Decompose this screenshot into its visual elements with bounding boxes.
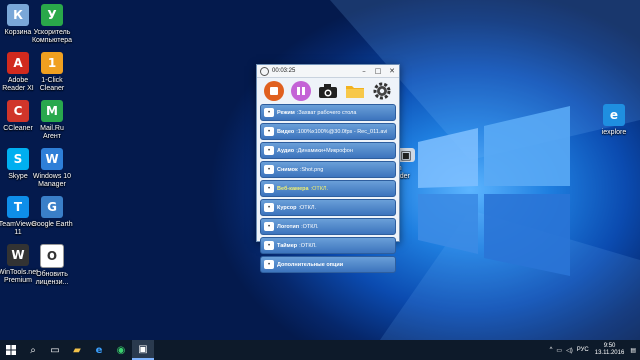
settings-row[interactable]: • Видео: 100%x100%@30.0fps - Rec_011.avi [260,123,396,140]
timer-icon: • [264,241,274,250]
desktop-icon[interactable]: У Ускоритель Компьютера [26,4,78,45]
gear-icon [373,82,391,100]
start-button[interactable] [0,340,22,360]
setting-key: Логотип [277,223,300,230]
tools-icon: • [264,260,274,269]
pause-button[interactable] [291,81,312,101]
film-icon: • [264,127,274,136]
settings-list: • Режим: Захват рабочего стола • Видео: 100… [257,104,399,273]
desktop: К Корзина У Ускоритель Компьютера A Adobe Rea… [0,0,640,340]
globe-icon: G [41,196,63,218]
setting-key: Видео [277,128,295,135]
pause-icon [297,87,306,95]
task-view-icon: ▭ [50,344,60,356]
settings-row[interactable]: • Курсор: ОТКЛ. [260,199,396,216]
system-tray: ^ ▭ ◁) РУС 9:50 13.11.2016 ▤ [550,340,636,360]
setting-key: Режим [277,109,295,116]
task-view-button[interactable]: ▭ [44,340,66,360]
tray-up-icon[interactable]: ^ [550,347,553,353]
clock-icon [260,66,269,76]
camera-icon [318,84,337,98]
close-button[interactable]: ✕ [385,67,399,75]
logo-icon: • [264,222,274,231]
desktop-icon-iexplore[interactable]: e iexplore [588,104,640,137]
folder-icon [345,86,364,98]
win10-manager-icon: W [41,148,63,170]
recorder-icon: ▣ [138,343,148,355]
mailru-icon: M [41,100,63,122]
settings-row[interactable]: • Аудио: Динамики+Микрофон [260,142,396,159]
setting-value: Shot.png [301,166,324,173]
file-explorer-button[interactable]: ▰ [66,340,88,360]
volume-icon[interactable]: ◁) [566,347,573,354]
setting-key: Дополнительные опции [277,261,344,268]
setting-key: Веб-камера [277,185,309,192]
settings-row[interactable]: • Дополнительные опции [260,256,396,273]
setting-value: ОТКЛ. [302,223,319,230]
taskbar: ⌕ ▭ ▰ e ◉ ▣ ^ ▭ ◁) РУС 9:50 13.11.2016 ▤ [0,340,640,360]
settings-row[interactable]: • Логотип: ОТКЛ. [260,218,396,235]
app-button-recorder[interactable]: ▣ [132,340,154,360]
cleaner-icon: 1 [41,52,63,74]
settings-row[interactable]: • Режим: Захват рабочего стола [260,104,396,121]
windows-icon [6,345,16,355]
settings-row[interactable]: • Снимок: Shot.png [260,161,396,178]
setting-value: ОТКЛ. [300,204,316,211]
settings-row[interactable]: • Веб-камера: ОТКЛ. [260,180,396,197]
screenshot-button[interactable] [318,81,338,101]
notifications-icon[interactable]: ▤ [630,347,636,354]
setting-value: ОТКЛ. [300,242,317,249]
setting-key: Курсор [277,204,297,211]
network-icon[interactable]: ▭ [556,347,562,354]
maximize-button[interactable]: □ [371,67,385,75]
stop-button[interactable] [264,81,285,101]
window-logo-pane-bl [418,194,478,254]
shield-icon: О [40,244,64,268]
setting-value: 100%x100%@30.0fps - Rec_011.avi [297,128,388,135]
monitor-icon: • [264,108,274,117]
desktop-icon[interactable]: 1 1-Click Cleaner [26,52,78,93]
minimize-button[interactable]: – [357,67,371,75]
setting-value: Динамики+Микрофон [297,147,353,154]
stop-icon [270,87,279,95]
audio-icon: • [264,146,274,155]
desktop-icon[interactable]: G Google Earth [26,196,78,229]
folder-icon: ▰ [73,344,81,356]
webcam-icon: • [264,184,274,193]
toolbar [257,78,399,104]
desktop-icon[interactable]: M Mail.Ru Агент [26,100,78,141]
settings-row[interactable]: • Таймер: ОТКЛ. [260,237,396,254]
cursor-icon: • [264,203,274,212]
title-bar[interactable]: 00:03:25 – □ ✕ [257,65,399,78]
speedometer-icon: У [41,4,63,26]
language-indicator[interactable]: РУС [577,347,589,353]
setting-key: Таймер [277,242,298,249]
window-logo-pane-tl [418,128,478,188]
setting-value: Захват рабочего стола [298,109,357,116]
desktop-icon[interactable]: О Обновить лицензи... [26,244,78,287]
setting-key: Аудио [277,147,295,154]
search-icon: ⌕ [30,344,36,356]
ie-icon: e [603,104,625,126]
folder-button[interactable] [345,81,365,101]
edge-icon: e [95,344,103,356]
clock[interactable]: 9:50 13.11.2016 [595,343,625,357]
settings-button[interactable] [372,81,392,101]
edge-button[interactable]: e [88,340,110,360]
screen-recorder-window[interactable]: 00:03:25 – □ ✕ • Режим: Захват рабочего … [256,64,400,273]
app-button-green[interactable]: ◉ [110,340,132,360]
app-icon-green: ◉ [116,344,126,356]
elapsed-time: 00:03:25 [272,68,296,74]
camera-icon: • [264,165,274,174]
setting-value: ОТКЛ. [312,185,329,192]
desktop-icon[interactable]: W Windows 10 Manager [26,148,78,189]
search-button[interactable]: ⌕ [22,340,44,360]
setting-key: Снимок [277,166,298,173]
